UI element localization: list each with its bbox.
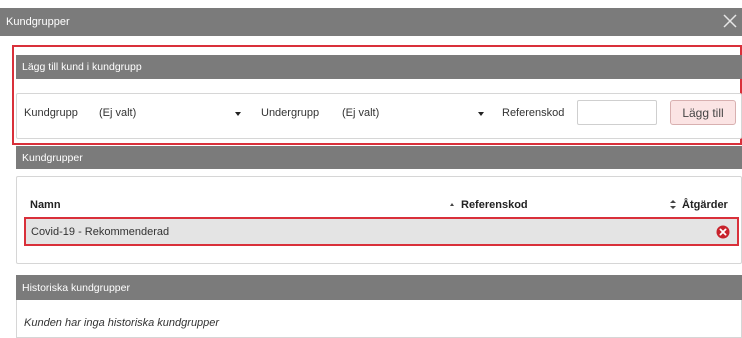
undergrupp-select[interactable]: (Ej valt): [335, 100, 491, 126]
dialog-titlebar: Kundgrupper: [0, 8, 742, 36]
column-header-actions: Åtgärder: [682, 199, 728, 211]
groups-section-header: Kundgrupper: [16, 146, 742, 169]
groups-section-title: Kundgrupper: [22, 151, 83, 164]
add-button[interactable]: Lägg till: [670, 100, 736, 125]
undergrupp-select-value: (Ej valt): [342, 107, 380, 119]
table-row: Covid-19 - Rekommenderad: [24, 217, 739, 246]
add-section-header: Lägg till kund i kundgrupp: [16, 55, 742, 79]
column-header-ref[interactable]: Referenskod: [461, 199, 528, 211]
chevron-down-icon: [235, 112, 241, 116]
sort-asc-icon[interactable]: [450, 203, 454, 206]
referenskod-input[interactable]: [577, 100, 657, 125]
kundgrupp-label: Kundgrupp: [24, 107, 78, 119]
chevron-down-icon: [478, 112, 484, 116]
sort-icon[interactable]: [670, 200, 676, 209]
close-icon[interactable]: [720, 11, 740, 31]
undergrupp-label: Undergrupp: [261, 107, 320, 119]
row-name: Covid-19 - Rekommenderad: [31, 225, 170, 238]
kundgrupp-select-value: (Ej valt): [99, 107, 137, 119]
history-section-header: Historiska kundgrupper: [16, 275, 742, 300]
remove-circle-icon[interactable]: [716, 225, 730, 239]
history-empty-text: Kunden har inga historiska kundgrupper: [24, 317, 220, 329]
dialog-title: Kundgrupper: [6, 16, 70, 28]
history-section-title: Historiska kundgrupper: [22, 281, 130, 294]
referenskod-label: Referenskod: [502, 107, 565, 119]
add-section-title: Lägg till kund i kundgrupp: [22, 61, 142, 73]
column-header-name[interactable]: Namn: [30, 199, 61, 211]
kundgrupp-select[interactable]: (Ej valt): [92, 100, 248, 126]
